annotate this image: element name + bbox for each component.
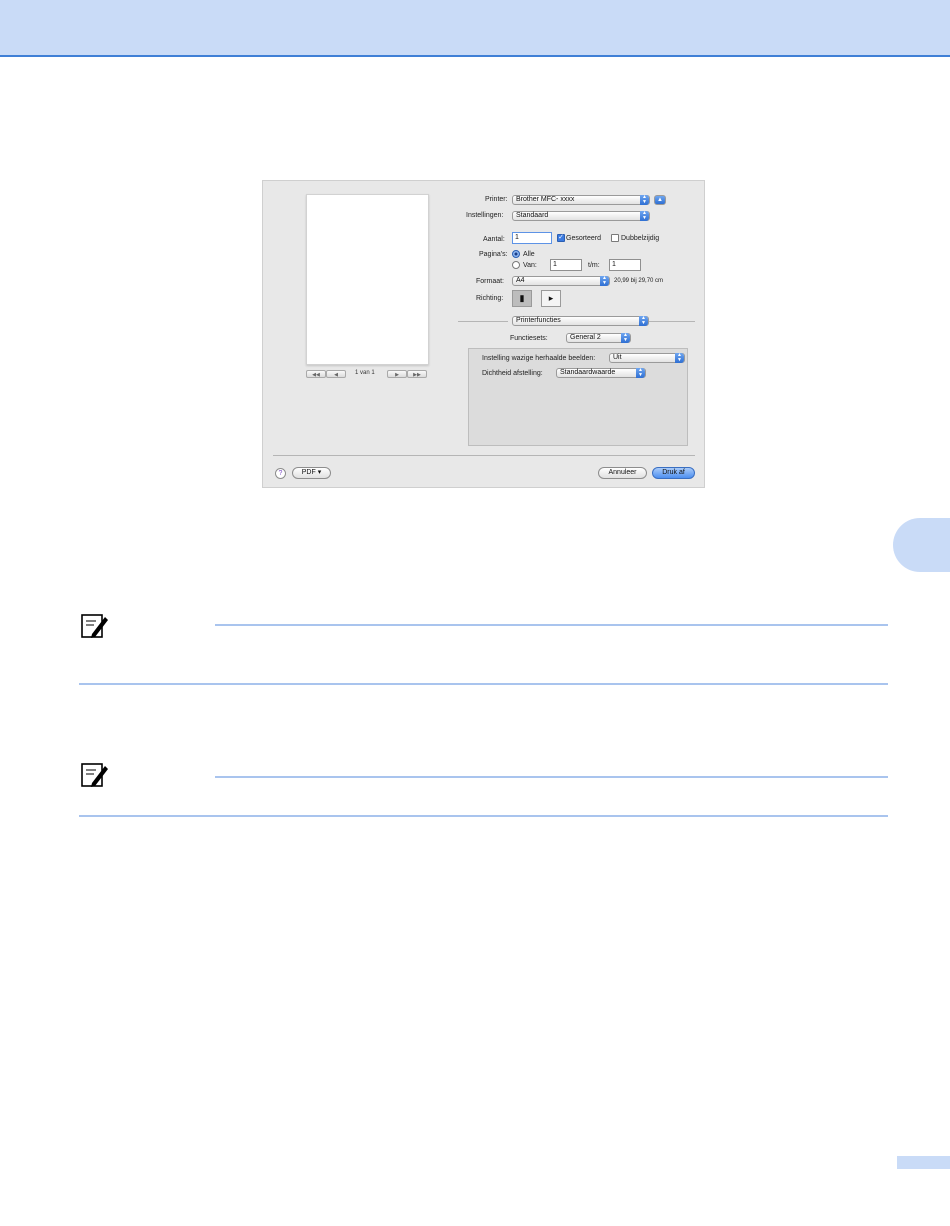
page-number-tab: [897, 1156, 950, 1169]
pages-all-label: Alle: [523, 251, 535, 258]
pages-from-radio[interactable]: [512, 261, 520, 269]
panel-value: Printerfuncties: [516, 317, 561, 324]
paper-size-popup[interactable]: A4 ▲ ▼: [512, 276, 610, 286]
settings-box: Instelling wazige herhaalde beelden: Uit…: [468, 348, 688, 446]
paper-size-label: Formaat:: [476, 278, 505, 285]
printer-label: Printer:: [485, 196, 508, 203]
landscape-button[interactable]: ▸: [541, 290, 561, 307]
paper-dimensions: 20,99 bij 29,70 cm: [614, 278, 664, 284]
chapter-tab: [893, 518, 950, 572]
collated-label: Gesorteerd: [566, 235, 602, 242]
density-setting-popup[interactable]: Standaardwaarde ▲ ▼: [556, 368, 646, 378]
popup-arrows-icon: ▲ ▼: [600, 276, 609, 286]
setting-value: Uit: [613, 354, 622, 361]
copies-label: Aantal:: [483, 236, 505, 243]
separator: [458, 321, 508, 322]
next-page-button[interactable]: ▶: [387, 370, 407, 378]
paper-size-value: A4: [516, 277, 525, 284]
separator: [649, 321, 695, 322]
blur-setting-popup[interactable]: Uit ▲ ▼: [609, 353, 685, 363]
panel-popup[interactable]: Printerfuncties ▲ ▼: [512, 316, 649, 326]
note-icon: [81, 763, 108, 787]
footer-separator: [273, 455, 695, 456]
first-page-button[interactable]: ◀◀: [306, 370, 326, 378]
expand-dialog-button[interactable]: ▲: [654, 195, 666, 205]
popup-arrows-icon: ▲ ▼: [621, 333, 630, 343]
printer-popup[interactable]: Brother MFC- xxxx ▲ ▼: [512, 195, 650, 205]
pages-from-label: Van:: [523, 262, 537, 269]
collated-checkbox[interactable]: ✓: [557, 234, 565, 242]
header-band: [0, 0, 950, 57]
popup-arrows-icon: ▲ ▼: [640, 195, 649, 205]
duplex-checkbox[interactable]: [611, 234, 619, 242]
note-icon: [81, 614, 108, 638]
cancel-button[interactable]: Annuleer: [598, 467, 647, 479]
popup-arrows-icon: ▲ ▼: [640, 211, 649, 221]
print-dialog: ◀◀ ◀ 1 van 1 ▶ ▶▶ Printer: Brother MFC- …: [262, 180, 705, 488]
printer-value: Brother MFC- xxxx: [516, 196, 575, 203]
pages-all-radio[interactable]: [512, 250, 520, 258]
landscape-icon: ▸: [548, 293, 554, 303]
pdf-button[interactable]: PDF ▾: [292, 467, 331, 479]
help-icon[interactable]: ?: [275, 468, 286, 479]
last-page-button[interactable]: ▶▶: [407, 370, 427, 378]
presets-value: Standaard: [516, 212, 549, 219]
pages-to-label: t/m:: [588, 262, 600, 269]
note-rule: [215, 776, 888, 778]
page-indicator: 1 van 1: [355, 370, 375, 376]
popup-arrows-icon: ▲ ▼: [675, 353, 684, 363]
portrait-button[interactable]: ▮: [512, 290, 532, 307]
pages-to-field[interactable]: 1: [609, 259, 641, 271]
page-preview: [306, 194, 429, 365]
note-rule: [79, 683, 888, 685]
presets-popup[interactable]: Standaard ▲ ▼: [512, 211, 650, 221]
popup-arrows-icon: ▲ ▼: [639, 316, 648, 326]
orientation-label: Richting:: [476, 295, 504, 302]
popup-arrows-icon: ▲ ▼: [636, 368, 645, 378]
duplex-label: Dubbelzijdig: [621, 235, 660, 242]
pages-from-field[interactable]: 1: [550, 259, 582, 271]
feature-sets-label: Functiesets:: [510, 335, 548, 342]
feature-sets-value: General 2: [570, 334, 601, 341]
note-rule: [215, 624, 888, 626]
presets-label: Instellingen:: [466, 212, 504, 219]
feature-sets-popup[interactable]: General 2 ▲ ▼: [566, 333, 631, 343]
print-button[interactable]: Druk af: [652, 467, 695, 479]
setting-label: Dichtheid afstelling:: [482, 370, 543, 377]
copies-field[interactable]: 1: [512, 232, 552, 244]
note-rule: [79, 815, 888, 817]
previous-page-button[interactable]: ◀: [326, 370, 346, 378]
setting-value: Standaardwaarde: [560, 369, 616, 376]
setting-label: Instelling wazige herhaalde beelden:: [482, 355, 596, 362]
pages-label: Pagina's:: [479, 251, 508, 258]
portrait-icon: ▮: [519, 293, 525, 303]
